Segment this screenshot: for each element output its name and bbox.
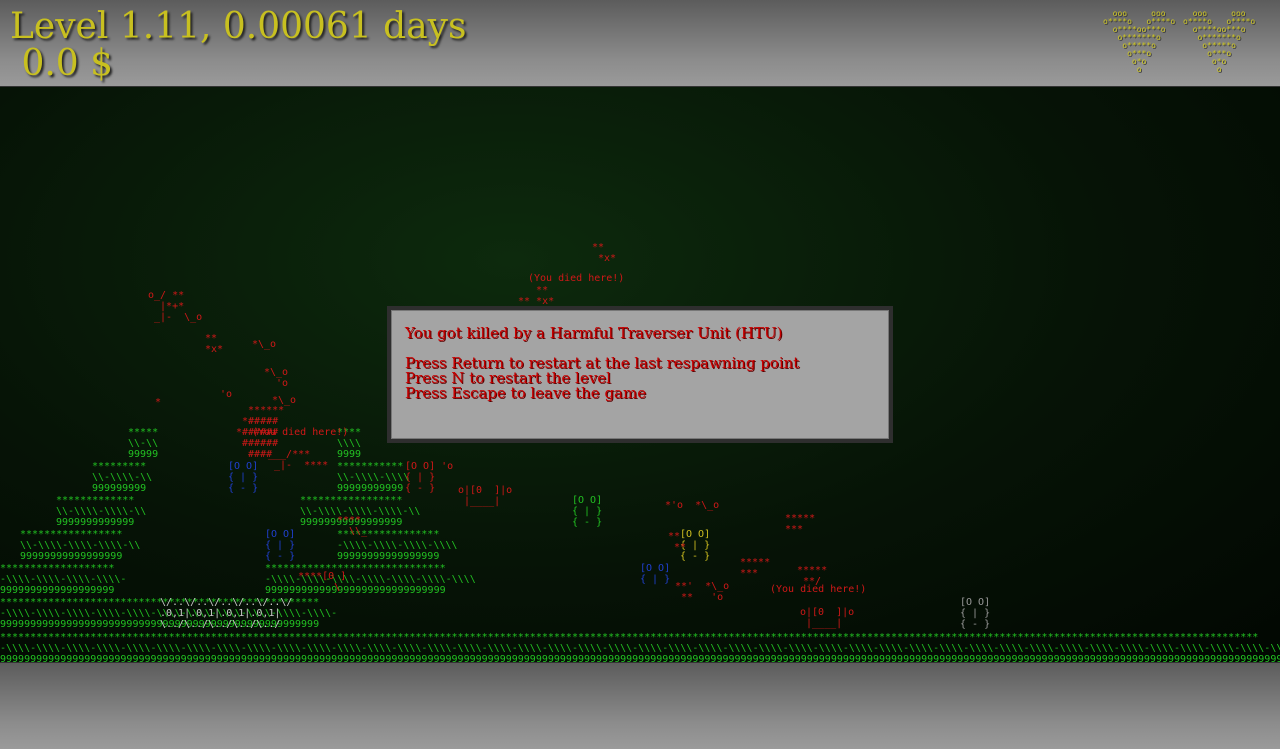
grey-robot-enemy: [O O] { | } { - } bbox=[960, 597, 991, 630]
ground-terrain: ****************************************… bbox=[0, 632, 1280, 662]
red-debris: **' *\_o ** 'o bbox=[675, 581, 730, 603]
red-debris: ** *x* bbox=[592, 242, 617, 264]
death-marker-text: (You died here!) bbox=[770, 584, 867, 595]
spike-bridge: \/..\/..\/..\/..\/..\/ .0,1|.0,1|.0,1|.0… bbox=[160, 597, 293, 630]
blue-robot-enemy: [O O] { | } { - } bbox=[265, 529, 296, 562]
blue-robot-enemy: [O O] { | } { - } bbox=[228, 461, 259, 494]
bottom-hud-bar bbox=[0, 662, 1280, 749]
death-dialog: You got killed by a Harmful Traverser Un… bbox=[387, 306, 893, 443]
hill-terrain: ******************* -\\\\-\\\\-\\\\-\\\\… bbox=[0, 563, 127, 596]
hill-terrain: ****************************** -\\\\-\\\… bbox=[265, 563, 476, 596]
red-debris: *\_o 'o bbox=[264, 367, 289, 389]
red-debris: ** ** *x* bbox=[518, 285, 555, 307]
red-debris: ***** *** bbox=[785, 513, 816, 535]
death-marker-text: (You died here!) bbox=[252, 427, 349, 438]
red-debris: ___/*** _|- **** bbox=[268, 449, 329, 471]
red-crate: o|[0 ]|o |____| bbox=[458, 485, 513, 507]
hill-terrain: ********* \\-\\\\-\\ 999999999 bbox=[92, 461, 153, 494]
red-debris: *\_o bbox=[252, 339, 277, 350]
hill-terrain: ************* \\-\\\\-\\\\-\\ 9999999999… bbox=[56, 495, 147, 528]
life-heart-icon: ooo ooo o****o o****o o****oo***o o*****… bbox=[1183, 9, 1256, 74]
red-debris: **** \\_ bbox=[337, 515, 368, 537]
red-debris: * bbox=[155, 397, 162, 408]
red-crate: o|[0 ]|o |____| bbox=[800, 607, 855, 629]
red-debris: ****[0 ] \ bbox=[298, 571, 347, 593]
level-and-time-display: Level 1.11, 0.00061 days bbox=[10, 6, 467, 47]
top-hud-bar: Level 1.11, 0.00061 days 0.0 $ ooo ooo o… bbox=[0, 0, 1280, 87]
leave-game-option[interactable]: Press Escape to leave the game bbox=[405, 386, 646, 401]
hill-terrain: *********** \\-\\\\-\\\\ 99999999999 bbox=[337, 461, 410, 494]
red-debris: *'o *\_o bbox=[665, 500, 720, 511]
hill-terrain: ***************** \\-\\\\-\\\\-\\\\-\\ 9… bbox=[20, 529, 141, 562]
red-debris: ** *x* bbox=[205, 333, 224, 355]
hill-terrain: ***** \\-\\ 99999 bbox=[128, 427, 159, 460]
death-marker-text: (You died here!) bbox=[528, 273, 625, 284]
red-debris: 'o bbox=[220, 389, 233, 400]
red-debris: ***** *** bbox=[740, 557, 771, 579]
dialog-title: You got killed by a Harmful Traverser Un… bbox=[405, 324, 783, 342]
money-display: 0.0 $ bbox=[10, 43, 114, 84]
green-robot-enemy: [O O] { | } { - } bbox=[572, 495, 603, 528]
red-debris: ** ** bbox=[668, 531, 687, 553]
red-debris: [O O] 'o { | } { - } bbox=[405, 461, 454, 494]
red-debris: o_/ ** |*+* _|- \_o bbox=[148, 290, 203, 323]
life-heart-icon: ooo ooo o****o o****o o****oo***o o*****… bbox=[1103, 9, 1176, 74]
blue-robot-enemy: [O O] { | } bbox=[640, 563, 671, 585]
